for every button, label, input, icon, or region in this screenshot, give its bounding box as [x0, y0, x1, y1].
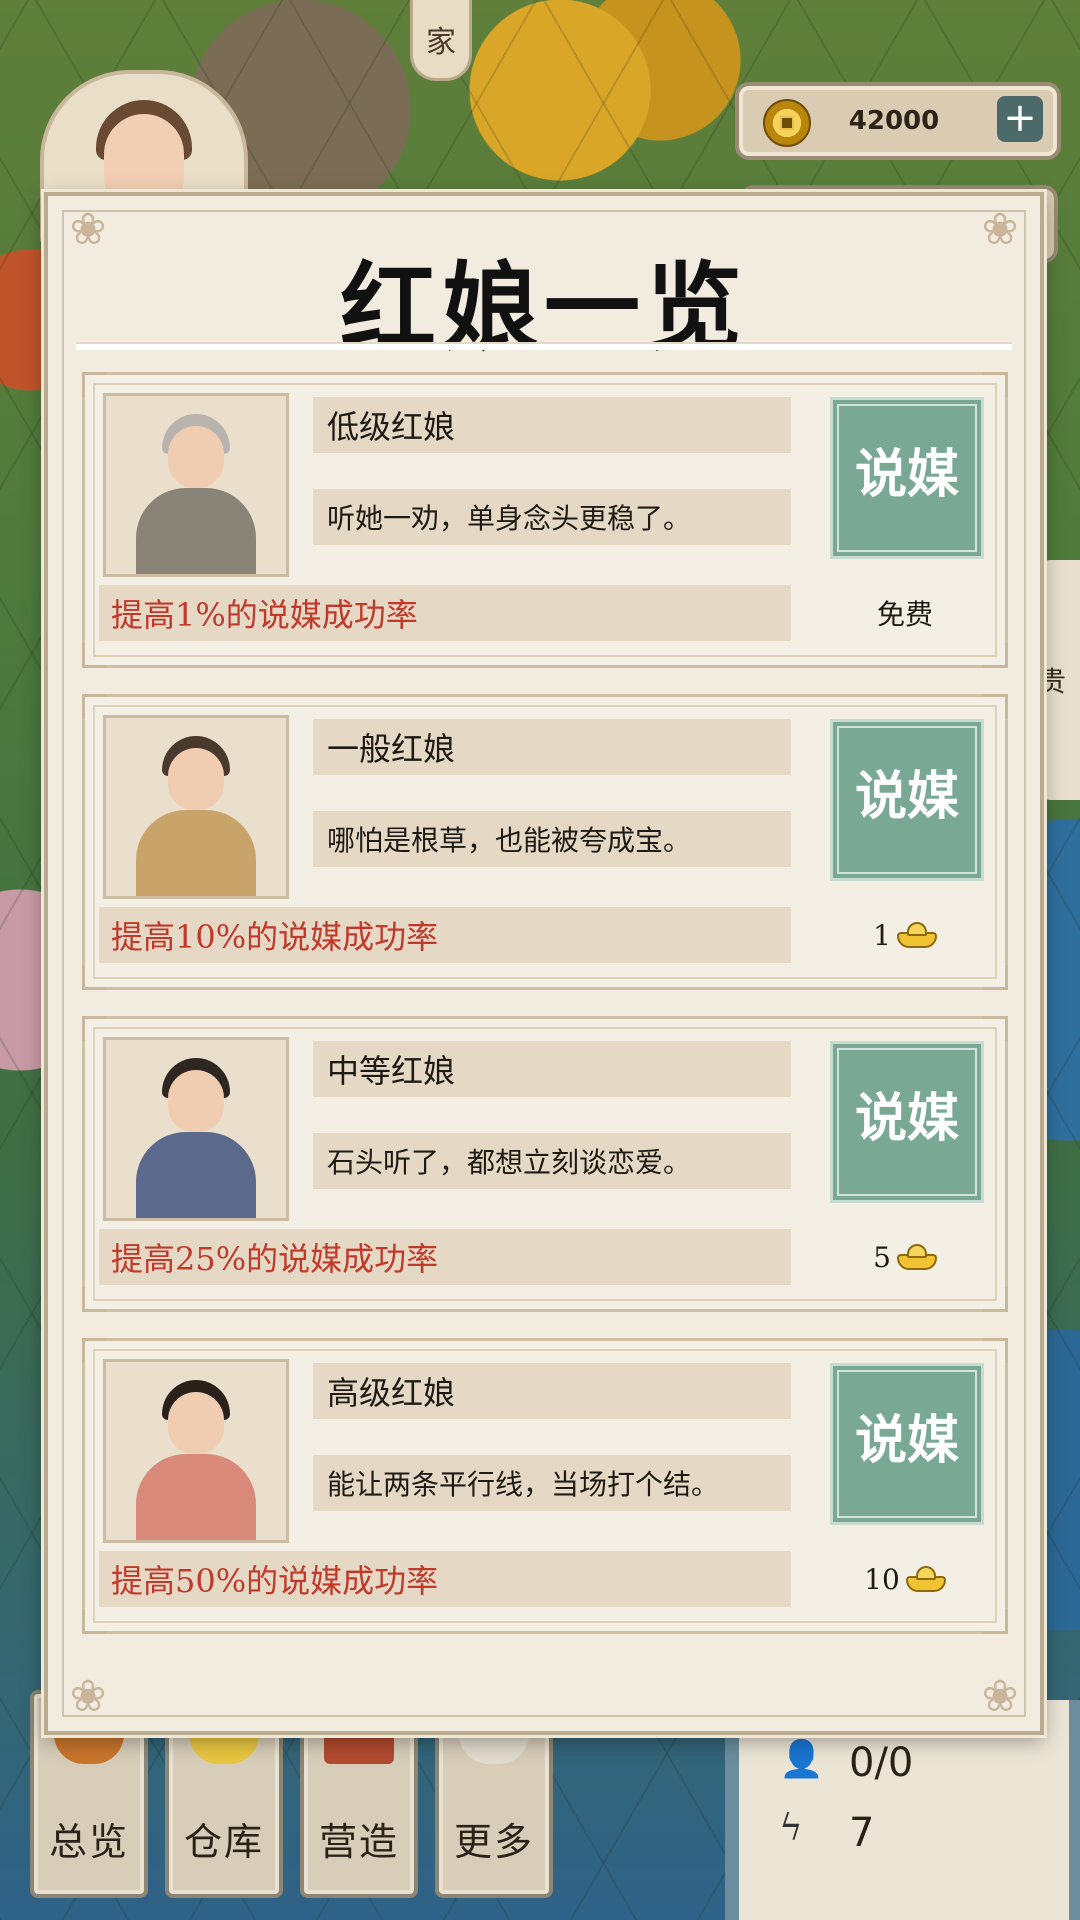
worker-icon: 👤	[779, 1739, 824, 1780]
matchmake-button[interactable]: 说媒	[830, 1041, 984, 1203]
lotus-ornament-icon: ❀	[981, 1671, 1019, 1722]
cost-value: 10	[864, 1562, 900, 1596]
matchmaker-portrait-normal	[103, 715, 289, 899]
matchmaker-cost: 5	[805, 1229, 1005, 1285]
cost-value: 5	[873, 1240, 891, 1274]
matchmaker-name: 中等红娘	[313, 1041, 791, 1097]
worker-count: 0/0	[849, 1740, 914, 1786]
matchmaker-cost: 免费	[805, 585, 1005, 641]
matchmaker-effect: 提高1%的说媒成功率	[99, 585, 791, 641]
matchmaker-portrait-low	[103, 393, 289, 577]
title-divider	[76, 342, 1012, 350]
copper-coin-icon	[763, 99, 811, 147]
cost-value: 1	[873, 918, 891, 952]
matchmaker-card-low: 低级红娘 听她一劝，单身念头更稳了。 提高1%的说媒成功率 说媒 免费	[82, 372, 1008, 668]
cost-value: 免费	[876, 598, 933, 631]
nav-overview-label: 总览	[48, 1820, 129, 1864]
matchmaker-effect: 提高50%的说媒成功率	[99, 1551, 791, 1607]
matchmaker-description: 石头听了，都想立刻谈恋爱。	[313, 1133, 791, 1189]
matchmaker-portrait-medium	[103, 1037, 289, 1221]
home-tab-label: 家	[426, 25, 456, 60]
matchmake-button[interactable]: 说媒	[830, 397, 984, 559]
gold-ingot-icon	[896, 922, 937, 948]
lightning-icon: ϟ	[779, 1808, 803, 1849]
matchmaker-portrait-high	[103, 1359, 289, 1543]
matchmaker-name: 高级红娘	[313, 1363, 791, 1419]
matchmaker-effect: 提高10%的说媒成功率	[99, 907, 791, 963]
matchmaker-name: 低级红娘	[313, 397, 791, 453]
currency-bar: 42000 +	[735, 82, 1061, 160]
matchmaker-name: 一般红娘	[313, 719, 791, 775]
matchmaker-card-high: 高级红娘 能让两条平行线，当场打个结。 提高50%的说媒成功率 说媒 10	[82, 1338, 1008, 1634]
matchmaker-cost: 1	[805, 907, 1005, 963]
lotus-ornament-icon: ❀	[69, 1671, 107, 1722]
matchmake-button[interactable]: 说媒	[830, 1363, 984, 1525]
gold-ingot-icon	[896, 1244, 937, 1270]
nav-warehouse-label: 仓库	[183, 1820, 264, 1864]
matchmaker-cost: 10	[805, 1551, 1005, 1607]
currency-amount: 42000	[848, 106, 940, 136]
matchmaker-description: 听她一劝，单身念头更稳了。	[313, 489, 791, 545]
nav-more-label: 更多	[453, 1820, 534, 1864]
matchmaker-list-modal: ❀ ❀ ❀ ❀ 红娘一览 低级红娘 听她一劝，单身念头更稳了。 提高1%的说媒成…	[44, 192, 1044, 1735]
matchmaker-card-normal: 一般红娘 哪怕是根草，也能被夸成宝。 提高10%的说媒成功率 说媒 1	[82, 694, 1008, 990]
matchmaker-description: 哪怕是根草，也能被夸成宝。	[313, 811, 791, 867]
matchmaker-effect: 提高25%的说媒成功率	[99, 1229, 791, 1285]
matchmaker-description: 能让两条平行线，当场打个结。	[313, 1455, 791, 1511]
matchmake-button[interactable]: 说媒	[830, 719, 984, 881]
matchmaker-card-medium: 中等红娘 石头听了，都想立刻谈恋爱。 提高25%的说媒成功率 说媒 5	[82, 1016, 1008, 1312]
gold-ingot-icon	[905, 1566, 946, 1592]
energy-count: 7	[849, 1810, 875, 1856]
add-currency-button[interactable]: +	[997, 96, 1043, 142]
nav-build-label: 营造	[318, 1820, 399, 1864]
home-tab[interactable]: 家	[410, 0, 472, 81]
